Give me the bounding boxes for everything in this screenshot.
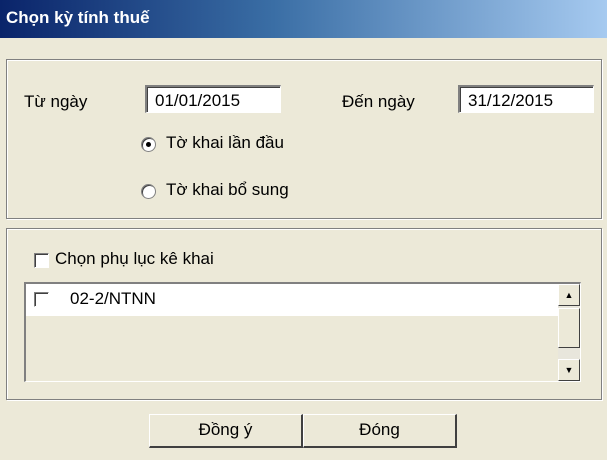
list-item-checkbox[interactable] <box>34 292 49 307</box>
ok-button[interactable]: Đồng ý <box>149 414 303 448</box>
to-date-input[interactable]: 31/12/2015 <box>458 85 594 113</box>
window-title: Chọn kỳ tính thuế <box>6 8 150 27</box>
scroll-down-button[interactable]: ▼ <box>558 359 580 381</box>
scroll-thumb[interactable] <box>558 308 580 348</box>
from-date-input[interactable]: 01/01/2015 <box>145 85 281 113</box>
appendix-checkbox[interactable] <box>34 253 49 268</box>
first-declaration-label[interactable]: Tờ khai lần đầu <box>166 133 284 153</box>
radio-first-declaration[interactable] <box>141 137 156 152</box>
list-item[interactable]: 02-2/NTNN <box>26 284 558 316</box>
arrow-up-icon: ▲ <box>564 290 574 300</box>
appendix-list[interactable]: 02-2/NTNN ▲ ▼ <box>24 282 581 382</box>
close-button[interactable]: Đóng <box>303 414 457 448</box>
list-item-label: 02-2/NTNN <box>70 289 156 308</box>
appendix-checkbox-label[interactable]: Chọn phụ lục kê khai <box>55 249 214 269</box>
to-date-label: Đến ngày <box>342 92 415 111</box>
arrow-down-icon: ▼ <box>564 365 574 375</box>
list-scrollbar[interactable]: ▲ ▼ <box>558 284 580 381</box>
radio-supplementary-declaration[interactable] <box>141 184 156 199</box>
scroll-up-button[interactable]: ▲ <box>558 284 580 306</box>
from-date-label: Từ ngày <box>24 92 88 111</box>
period-group <box>6 59 602 219</box>
title-bar: Chọn kỳ tính thuế <box>0 0 607 38</box>
supplementary-declaration-label[interactable]: Tờ khai bổ sung <box>166 180 289 200</box>
